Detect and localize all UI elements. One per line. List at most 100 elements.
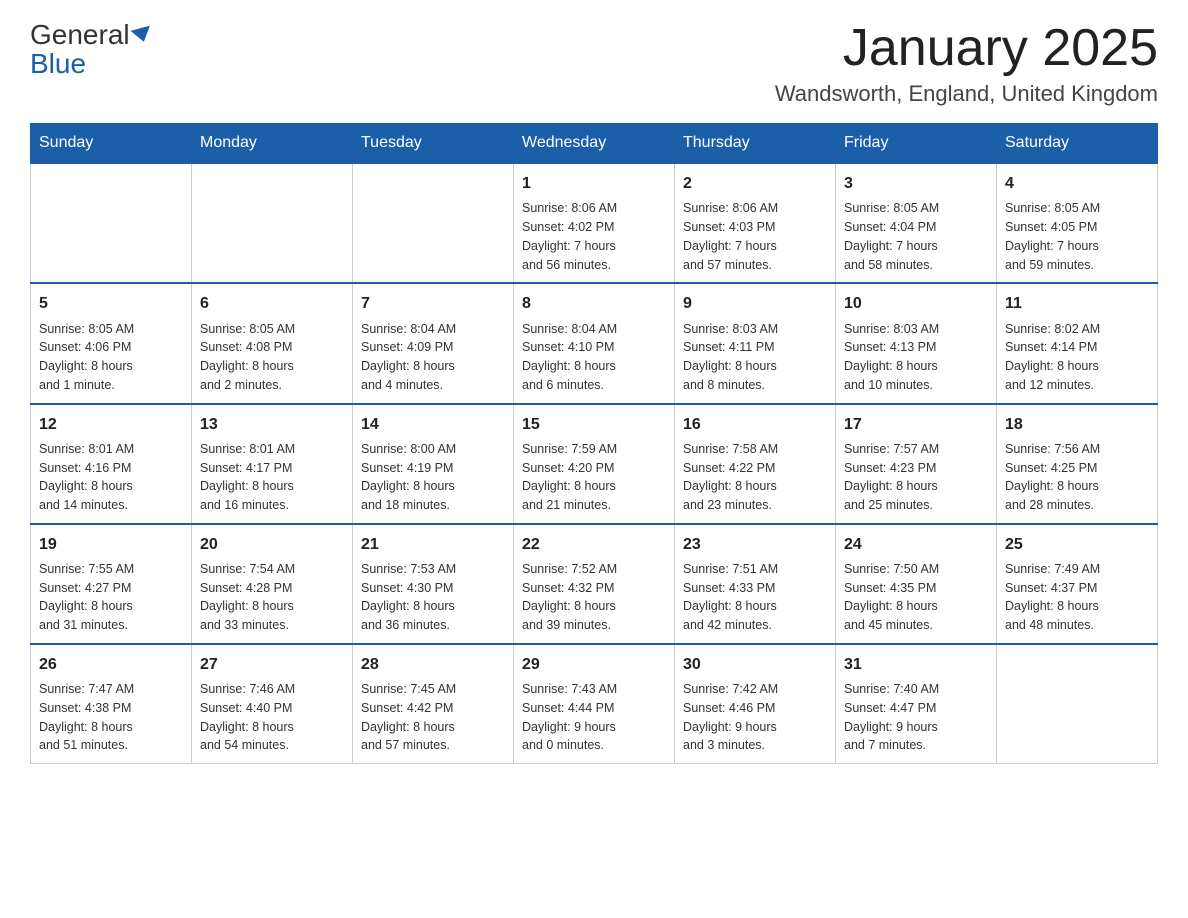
- day-cell-5: 5 Sunrise: 8:05 AM Sunset: 4:06 PM Daylig…: [31, 283, 192, 403]
- header-cell-thursday: Thursday: [675, 124, 836, 164]
- title-block: January 2025 Wandsworth, England, United…: [775, 20, 1158, 107]
- day-cell-10: 10 Sunrise: 8:03 AM Sunset: 4:13 PM Dayli…: [836, 283, 997, 403]
- day-info: Sunrise: 7:59 AM Sunset: 4:20 PM Dayligh…: [522, 440, 666, 515]
- day-cell-26: 26Sunrise: 7:47 AM Sunset: 4:38 PM Dayli…: [31, 644, 192, 764]
- empty-cell: [997, 644, 1158, 764]
- day-info: Sunrise: 8:05 AM Sunset: 4:06 PM Dayligh…: [39, 320, 183, 395]
- day-number: 9: [683, 292, 827, 315]
- day-cell-27: 27Sunrise: 7:46 AM Sunset: 4:40 PM Dayli…: [192, 644, 353, 764]
- day-cell-3: 3 Sunrise: 8:05 AM Sunset: 4:04 PM Daylig…: [836, 163, 997, 283]
- day-cell-6: 6 Sunrise: 8:05 AM Sunset: 4:08 PM Daylig…: [192, 283, 353, 403]
- day-info: Sunrise: 8:04 AM Sunset: 4:09 PM Dayligh…: [361, 320, 505, 395]
- day-info: Sunrise: 7:40 AM Sunset: 4:47 PM Dayligh…: [844, 680, 988, 755]
- day-number: 22: [522, 533, 666, 556]
- day-cell-4: 4 Sunrise: 8:05 AM Sunset: 4:05 PM Daylig…: [997, 163, 1158, 283]
- day-info: Sunrise: 7:50 AM Sunset: 4:35 PM Dayligh…: [844, 560, 988, 635]
- day-number: 21: [361, 533, 505, 556]
- week-row-4: 19Sunrise: 7:55 AM Sunset: 4:27 PM Dayli…: [31, 524, 1158, 644]
- day-info: Sunrise: 7:53 AM Sunset: 4:30 PM Dayligh…: [361, 560, 505, 635]
- logo-arrow-icon: [130, 26, 153, 45]
- day-number: 23: [683, 533, 827, 556]
- day-number: 3: [844, 172, 988, 195]
- empty-cell: [353, 163, 514, 283]
- day-cell-19: 19Sunrise: 7:55 AM Sunset: 4:27 PM Dayli…: [31, 524, 192, 644]
- day-info: Sunrise: 7:47 AM Sunset: 4:38 PM Dayligh…: [39, 680, 183, 755]
- header-row: SundayMondayTuesdayWednesdayThursdayFrid…: [31, 124, 1158, 164]
- day-info: Sunrise: 8:05 AM Sunset: 4:04 PM Dayligh…: [844, 199, 988, 274]
- day-number: 4: [1005, 172, 1149, 195]
- logo-text-general: General: [30, 20, 130, 51]
- day-number: 2: [683, 172, 827, 195]
- day-number: 16: [683, 413, 827, 436]
- day-info: Sunrise: 7:42 AM Sunset: 4:46 PM Dayligh…: [683, 680, 827, 755]
- day-cell-28: 28 Sunrise: 7:45 AM Sunset: 4:42 PM Dayli…: [353, 644, 514, 764]
- day-number: 11: [1005, 292, 1149, 315]
- day-number: 15: [522, 413, 666, 436]
- day-number: 8: [522, 292, 666, 315]
- day-info: Sunrise: 7:52 AM Sunset: 4:32 PM Dayligh…: [522, 560, 666, 635]
- week-row-3: 12 Sunrise: 8:01 AM Sunset: 4:16 PM Dayli…: [31, 404, 1158, 524]
- day-info: Sunrise: 7:58 AM Sunset: 4:22 PM Dayligh…: [683, 440, 827, 515]
- day-number: 14: [361, 413, 505, 436]
- day-number: 13: [200, 413, 344, 436]
- header-cell-wednesday: Wednesday: [514, 124, 675, 164]
- day-cell-30: 30 Sunrise: 7:42 AM Sunset: 4:46 PM Dayli…: [675, 644, 836, 764]
- day-info: Sunrise: 8:03 AM Sunset: 4:13 PM Dayligh…: [844, 320, 988, 395]
- day-cell-25: 25Sunrise: 7:49 AM Sunset: 4:37 PM Dayli…: [997, 524, 1158, 644]
- day-number: 12: [39, 413, 183, 436]
- day-number: 17: [844, 413, 988, 436]
- day-info: Sunrise: 7:57 AM Sunset: 4:23 PM Dayligh…: [844, 440, 988, 515]
- day-cell-24: 24 Sunrise: 7:50 AM Sunset: 4:35 PM Dayli…: [836, 524, 997, 644]
- logo-text-blue: Blue: [30, 49, 86, 80]
- day-number: 7: [361, 292, 505, 315]
- day-info: Sunrise: 8:00 AM Sunset: 4:19 PM Dayligh…: [361, 440, 505, 515]
- day-cell-12: 12 Sunrise: 8:01 AM Sunset: 4:16 PM Dayli…: [31, 404, 192, 524]
- header-cell-friday: Friday: [836, 124, 997, 164]
- day-cell-8: 8 Sunrise: 8:04 AM Sunset: 4:10 PM Daylig…: [514, 283, 675, 403]
- day-cell-29: 29Sunrise: 7:43 AM Sunset: 4:44 PM Dayli…: [514, 644, 675, 764]
- day-number: 6: [200, 292, 344, 315]
- week-row-2: 5 Sunrise: 8:05 AM Sunset: 4:06 PM Daylig…: [31, 283, 1158, 403]
- day-number: 29: [522, 653, 666, 676]
- day-info: Sunrise: 7:56 AM Sunset: 4:25 PM Dayligh…: [1005, 440, 1149, 515]
- day-number: 5: [39, 292, 183, 315]
- day-cell-20: 20 Sunrise: 7:54 AM Sunset: 4:28 PM Dayli…: [192, 524, 353, 644]
- day-info: Sunrise: 8:05 AM Sunset: 4:05 PM Dayligh…: [1005, 199, 1149, 274]
- day-cell-7: 7 Sunrise: 8:04 AM Sunset: 4:09 PM Daylig…: [353, 283, 514, 403]
- location: Wandsworth, England, United Kingdom: [775, 81, 1158, 107]
- day-cell-23: 23 Sunrise: 7:51 AM Sunset: 4:33 PM Dayli…: [675, 524, 836, 644]
- header-cell-saturday: Saturday: [997, 124, 1158, 164]
- day-number: 1: [522, 172, 666, 195]
- day-cell-21: 21 Sunrise: 7:53 AM Sunset: 4:30 PM Dayli…: [353, 524, 514, 644]
- header-cell-sunday: Sunday: [31, 124, 192, 164]
- day-info: Sunrise: 7:45 AM Sunset: 4:42 PM Dayligh…: [361, 680, 505, 755]
- day-cell-31: 31 Sunrise: 7:40 AM Sunset: 4:47 PM Dayli…: [836, 644, 997, 764]
- header-cell-monday: Monday: [192, 124, 353, 164]
- day-number: 30: [683, 653, 827, 676]
- day-info: Sunrise: 8:06 AM Sunset: 4:03 PM Dayligh…: [683, 199, 827, 274]
- day-info: Sunrise: 8:01 AM Sunset: 4:16 PM Dayligh…: [39, 440, 183, 515]
- day-info: Sunrise: 8:01 AM Sunset: 4:17 PM Dayligh…: [200, 440, 344, 515]
- day-cell-14: 14 Sunrise: 8:00 AM Sunset: 4:19 PM Dayli…: [353, 404, 514, 524]
- day-info: Sunrise: 8:06 AM Sunset: 4:02 PM Dayligh…: [522, 199, 666, 274]
- day-number: 24: [844, 533, 988, 556]
- day-cell-1: 1 Sunrise: 8:06 AM Sunset: 4:02 PM Daylig…: [514, 163, 675, 283]
- day-cell-15: 15 Sunrise: 7:59 AM Sunset: 4:20 PM Dayli…: [514, 404, 675, 524]
- day-number: 10: [844, 292, 988, 315]
- empty-cell: [31, 163, 192, 283]
- day-info: Sunrise: 8:02 AM Sunset: 4:14 PM Dayligh…: [1005, 320, 1149, 395]
- day-info: Sunrise: 7:51 AM Sunset: 4:33 PM Dayligh…: [683, 560, 827, 635]
- logo: General Blue: [30, 20, 152, 80]
- day-number: 28: [361, 653, 505, 676]
- page-header: General Blue January 2025 Wandsworth, En…: [30, 20, 1158, 107]
- day-info: Sunrise: 8:05 AM Sunset: 4:08 PM Dayligh…: [200, 320, 344, 395]
- day-number: 18: [1005, 413, 1149, 436]
- day-number: 27: [200, 653, 344, 676]
- header-cell-tuesday: Tuesday: [353, 124, 514, 164]
- day-cell-9: 9Sunrise: 8:03 AM Sunset: 4:11 PM Daylig…: [675, 283, 836, 403]
- day-number: 31: [844, 653, 988, 676]
- day-info: Sunrise: 7:54 AM Sunset: 4:28 PM Dayligh…: [200, 560, 344, 635]
- day-number: 20: [200, 533, 344, 556]
- day-cell-16: 16 Sunrise: 7:58 AM Sunset: 4:22 PM Dayli…: [675, 404, 836, 524]
- day-info: Sunrise: 8:04 AM Sunset: 4:10 PM Dayligh…: [522, 320, 666, 395]
